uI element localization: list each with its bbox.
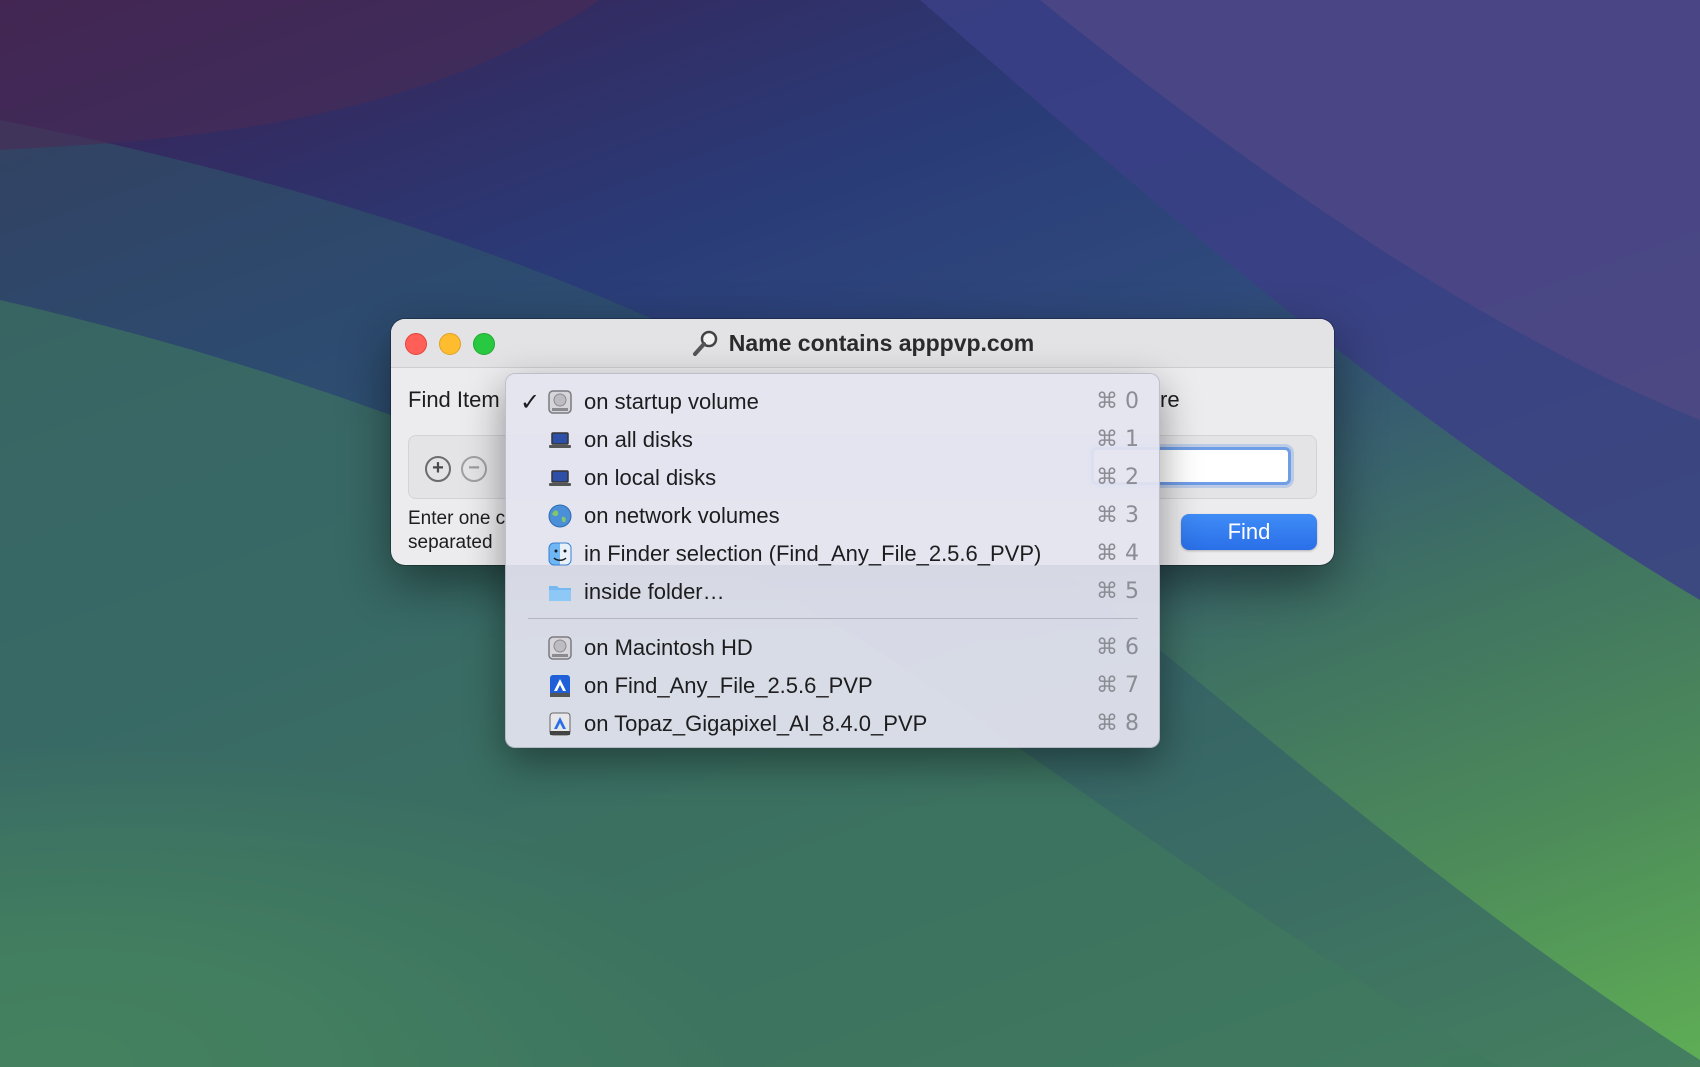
- remove-criterion-button[interactable]: −: [461, 456, 487, 482]
- find-button[interactable]: Find: [1181, 514, 1317, 550]
- menu-item-label: on network volumes: [584, 503, 780, 528]
- menu-item-label: in Finder selection (Find_Any_File_2.5.6…: [584, 541, 1042, 566]
- menu-item-shortcut: ⌘ 3: [1096, 503, 1139, 528]
- menu-item-label: on Macintosh HD: [584, 635, 753, 660]
- menu-item-label: inside folder…: [584, 579, 725, 604]
- hard-drive-icon: [548, 390, 572, 414]
- finder-icon: [548, 542, 572, 566]
- search-location-menu: ✓ on startup volume ⌘ 0 on all disks ⌘ 1…: [505, 373, 1160, 748]
- menu-separator: [528, 618, 1138, 619]
- add-criterion-button[interactable]: +: [425, 456, 451, 482]
- find-items-label: Find Item: [408, 387, 500, 412]
- menu-item-label: on startup volume: [584, 389, 759, 414]
- menu-item-shortcut: ⌘ 8: [1096, 711, 1139, 736]
- menu-item-label: on Find_Any_File_2.5.6_PVP: [584, 673, 873, 698]
- menu-item-shortcut: ⌘ 0: [1096, 389, 1139, 414]
- window-title: Name contains apppvp.com: [728, 329, 1035, 356]
- menu-item-shortcut: ⌘ 2: [1096, 465, 1139, 490]
- hint-text-line-2: separated: [408, 532, 493, 553]
- title-bar: Name contains apppvp.com: [391, 319, 1334, 368]
- laptop-icon: [549, 432, 571, 448]
- menu-item-inside-folder[interactable]: inside folder… ⌘ 5: [506, 573, 1159, 611]
- menu-item-find-any-file-volume[interactable]: on Find_Any_File_2.5.6_PVP ⌘ 7: [506, 667, 1159, 705]
- menu-item-macintosh-hd[interactable]: on Macintosh HD ⌘ 6: [506, 629, 1159, 667]
- menu-item-label: on local disks: [584, 465, 717, 490]
- where-label-fragment: re: [1160, 387, 1180, 412]
- app-volume-icon: [550, 675, 570, 697]
- menu-item-label: on Topaz_Gigapixel_AI_8.4.0_PVP: [584, 711, 928, 736]
- disk-image-icon: [549, 712, 571, 736]
- menu-item-shortcut: ⌘ 7: [1096, 673, 1139, 698]
- magnifier-icon: [692, 330, 718, 356]
- hard-drive-icon: [548, 636, 572, 660]
- menu-item-local-disks[interactable]: on local disks ⌘ 2: [506, 459, 1159, 497]
- menu-item-label: on all disks: [584, 427, 693, 452]
- laptop-icon: [549, 470, 571, 486]
- checkmark-icon: ✓: [520, 389, 541, 416]
- menu-item-all-disks[interactable]: on all disks ⌘ 1: [506, 421, 1159, 459]
- menu-item-network-volumes[interactable]: on network volumes ⌘ 3: [506, 497, 1159, 535]
- menu-item-shortcut: ⌘ 6: [1096, 635, 1139, 660]
- menu-item-topaz-gigapixel-volume[interactable]: on Topaz_Gigapixel_AI_8.4.0_PVP ⌘ 8: [506, 705, 1159, 743]
- menu-item-shortcut: ⌘ 4: [1096, 541, 1139, 566]
- hint-text-line-1: Enter one c: [408, 508, 506, 529]
- globe-icon: [548, 504, 572, 528]
- menu-item-shortcut: ⌘ 1: [1096, 427, 1139, 452]
- menu-item-shortcut: ⌘ 5: [1096, 579, 1139, 604]
- folder-icon: [549, 586, 571, 601]
- menu-item-startup-volume[interactable]: ✓ on startup volume ⌘ 0: [506, 383, 1159, 421]
- menu-item-finder-selection[interactable]: in Finder selection (Find_Any_File_2.5.6…: [506, 535, 1159, 573]
